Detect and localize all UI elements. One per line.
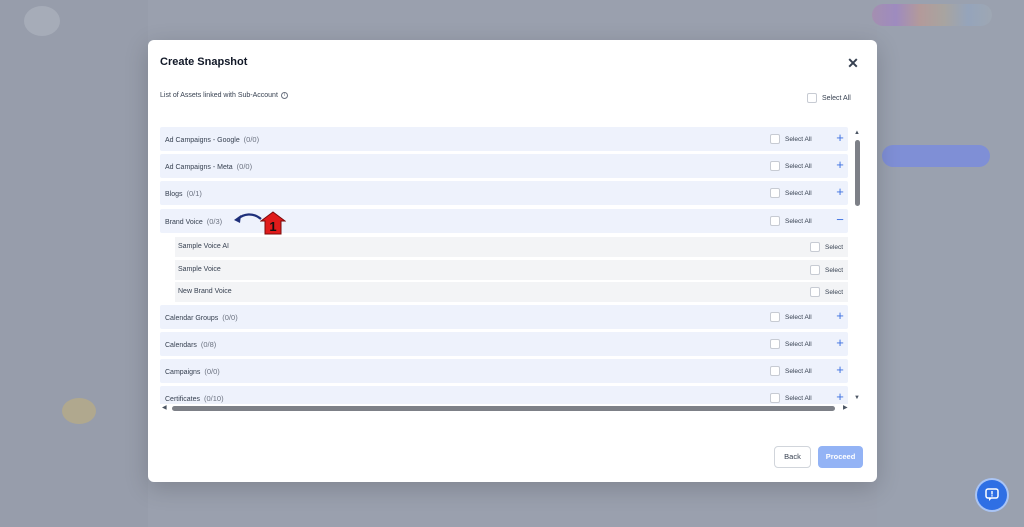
expand-icon[interactable]: + [834, 158, 846, 172]
row-select-all-checkbox[interactable] [770, 134, 780, 144]
annotation-badge-number: 1 [269, 219, 276, 234]
asset-row-label: Brand Voice (0/3) [165, 217, 223, 226]
asset-row-ad-campaigns-google[interactable]: Ad Campaigns - Google (0/0) Select All + [160, 127, 848, 151]
row-select-all-checkbox[interactable] [770, 161, 780, 171]
chat-icon [985, 488, 999, 501]
asset-row-campaigns[interactable]: Campaigns (0/0) Select All + [160, 359, 848, 383]
row-select-all[interactable]: Select All [770, 312, 812, 322]
create-snapshot-modal: Create Snapshot ✕ List of Assets linked … [148, 40, 877, 482]
background-orb [62, 398, 96, 424]
row-select-all-checkbox[interactable] [770, 366, 780, 376]
asset-row-calendar-groups[interactable]: Calendar Groups (0/0) Select All + [160, 305, 848, 329]
collapse-icon[interactable]: − [834, 213, 846, 227]
vertical-scrollbar[interactable] [855, 140, 860, 206]
asset-row-label: Calendars (0/8) [165, 340, 217, 349]
scroll-down-arrow[interactable]: ▼ [854, 395, 860, 401]
background-right-panel [877, 0, 1024, 527]
background-avatar-group [872, 4, 992, 26]
asset-row-label: Ad Campaigns - Google (0/0) [165, 135, 260, 144]
select-all-checkbox[interactable] [807, 93, 817, 103]
row-select-all[interactable]: Select All [770, 216, 812, 226]
sub-item-select[interactable]: Select [810, 242, 843, 252]
sub-item-checkbox[interactable] [810, 242, 820, 252]
sub-item-select[interactable]: Select [810, 287, 843, 297]
expand-icon[interactable]: + [834, 336, 846, 350]
row-select-all-checkbox[interactable] [770, 339, 780, 349]
back-button[interactable]: Back [774, 446, 811, 468]
row-select-all-checkbox[interactable] [770, 216, 780, 226]
info-icon[interactable]: i [280, 92, 288, 99]
sub-item-checkbox[interactable] [810, 265, 820, 275]
row-select-all[interactable]: Select All [770, 366, 812, 376]
background-sidebar [0, 0, 148, 527]
expand-icon[interactable]: + [834, 131, 846, 145]
row-select-all-checkbox[interactable] [770, 188, 780, 198]
assets-label: List of Assets linked with Sub-Account i [160, 92, 288, 99]
expand-icon[interactable]: + [834, 185, 846, 199]
select-all-label: Select All [822, 94, 851, 102]
sub-item-new-brand-voice[interactable]: New Brand Voice Select [175, 282, 848, 302]
asset-row-calendars[interactable]: Calendars (0/8) Select All + [160, 332, 848, 356]
select-all-global[interactable]: Select All [807, 93, 851, 103]
asset-row-label: Ad Campaigns - Meta (0/0) [165, 162, 253, 171]
asset-row-certificates[interactable]: Certificates (0/10) Select All + [160, 386, 848, 404]
scroll-up-arrow[interactable]: ▲ [854, 130, 860, 136]
sub-item-sample-voice[interactable]: Sample Voice Select [175, 260, 848, 280]
scroll-right-arrow[interactable]: ▶ [843, 404, 848, 411]
row-select-all[interactable]: Select All [770, 188, 812, 198]
horizontal-scrollbar[interactable] [172, 406, 835, 411]
expand-icon[interactable]: + [834, 309, 846, 323]
annotation-badge-icon: 1 [260, 211, 286, 235]
close-icon[interactable]: ✕ [846, 56, 860, 70]
sub-item-checkbox[interactable] [810, 287, 820, 297]
sub-item-sample-voice-ai[interactable]: Sample Voice AI Select [175, 237, 848, 257]
background-button [882, 145, 990, 167]
assets-list[interactable]: Ad Campaigns - Google (0/0) Select All +… [160, 127, 848, 404]
row-select-all[interactable]: Select All [770, 339, 812, 349]
asset-row-label: Certificates (0/10) [165, 394, 224, 403]
asset-row-ad-campaigns-meta[interactable]: Ad Campaigns - Meta (0/0) Select All + [160, 154, 848, 178]
proceed-button[interactable]: Proceed [818, 446, 863, 468]
background-logo [24, 6, 60, 36]
asset-row-label: Blogs (0/1) [165, 189, 202, 198]
asset-row-label: Calendar Groups (0/0) [165, 313, 238, 322]
annotation-arrow-icon [234, 213, 262, 223]
chat-widget-button[interactable] [977, 480, 1007, 510]
row-select-all[interactable]: Select All [770, 161, 812, 171]
asset-row-blogs[interactable]: Blogs (0/1) Select All + [160, 181, 848, 205]
expand-icon[interactable]: + [834, 363, 846, 377]
sub-item-select[interactable]: Select [810, 265, 843, 275]
modal-title: Create Snapshot [160, 56, 248, 68]
expand-icon[interactable]: + [834, 390, 846, 404]
row-select-all[interactable]: Select All [770, 134, 812, 144]
assets-label-text: List of Assets linked with Sub-Account [160, 92, 278, 99]
row-select-all-checkbox[interactable] [770, 393, 780, 403]
row-select-all[interactable]: Select All [770, 393, 812, 403]
scroll-left-arrow[interactable]: ◀ [162, 404, 167, 411]
asset-row-label: Campaigns (0/0) [165, 367, 220, 376]
row-select-all-checkbox[interactable] [770, 312, 780, 322]
